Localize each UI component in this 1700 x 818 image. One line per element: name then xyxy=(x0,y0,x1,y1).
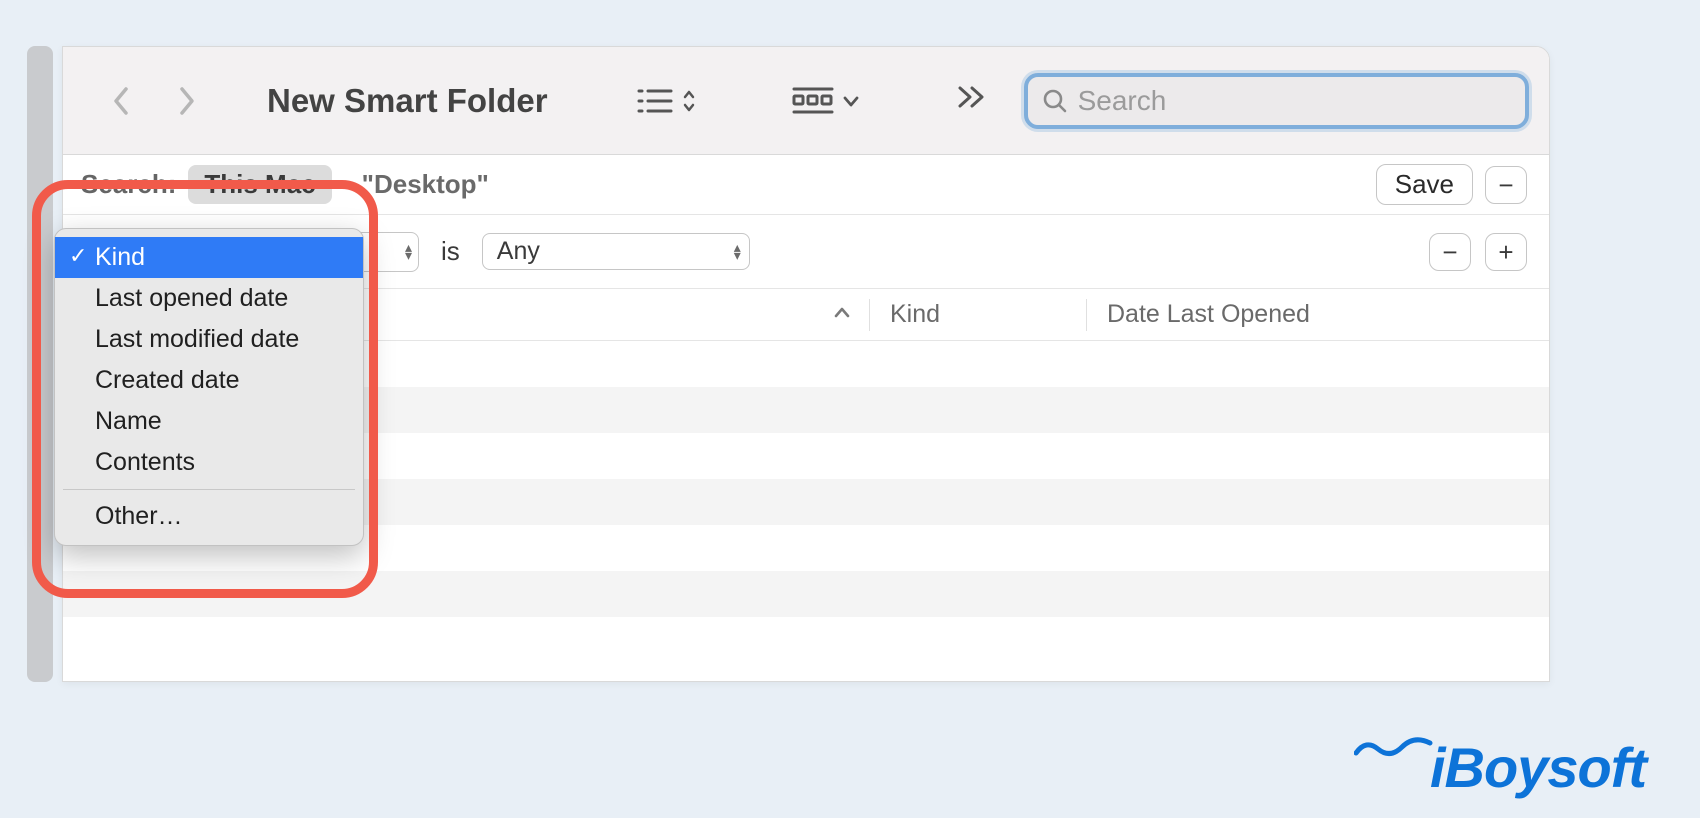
chevron-updown-icon: ▴▾ xyxy=(405,244,412,259)
add-criteria-button[interactable]: + xyxy=(1485,233,1527,271)
dropdown-item-last-opened[interactable]: Last opened date xyxy=(55,278,363,319)
criteria-value-select[interactable]: Any ▴▾ xyxy=(482,233,750,270)
search-scope-bar: Search: This Mac "Desktop" Save − xyxy=(63,155,1549,215)
dropdown-item-name[interactable]: Name xyxy=(55,401,363,442)
list-item xyxy=(63,571,1549,617)
search-input[interactable] xyxy=(1078,85,1511,117)
brand-watermark: iBoysoft xyxy=(1430,735,1646,800)
toolbar-overflow-button[interactable] xyxy=(956,83,990,119)
brand-wave-icon xyxy=(1354,737,1434,757)
toolbar: New Smart Folder xyxy=(63,47,1549,155)
remove-criteria-button[interactable]: − xyxy=(1429,233,1471,271)
dropdown-item-kind[interactable]: Kind xyxy=(55,237,363,278)
brand-text: iBoysoft xyxy=(1430,735,1646,800)
chevron-down-icon xyxy=(842,94,860,108)
dropdown-item-last-modified[interactable]: Last modified date xyxy=(55,319,363,360)
criteria-value-label: Any xyxy=(497,237,540,266)
scope-this-mac[interactable]: This Mac xyxy=(188,165,331,204)
sidebar-scrollbar[interactable] xyxy=(27,46,53,682)
view-group-button[interactable] xyxy=(792,85,860,117)
save-button[interactable]: Save xyxy=(1376,164,1473,205)
dropdown-item-created[interactable]: Created date xyxy=(55,360,363,401)
view-list-button[interactable] xyxy=(636,86,696,116)
search-icon xyxy=(1042,88,1068,114)
dropdown-item-other[interactable]: Other… xyxy=(55,496,363,537)
scope-location[interactable]: "Desktop" xyxy=(362,169,489,200)
chevron-updown-icon: ▴▾ xyxy=(734,244,741,259)
scope-label: Search: xyxy=(81,169,176,200)
search-field[interactable] xyxy=(1024,73,1529,129)
criteria-attribute-dropdown[interactable]: Kind Last opened date Last modified date… xyxy=(54,228,364,546)
dropdown-item-contents[interactable]: Contents xyxy=(55,442,363,483)
sort-ascending-icon xyxy=(833,303,851,326)
back-button[interactable] xyxy=(111,85,131,117)
remove-rule-button[interactable]: − xyxy=(1485,166,1527,204)
window-title: New Smart Folder xyxy=(267,82,548,120)
chevron-updown-icon xyxy=(682,88,696,114)
list-item xyxy=(63,617,1549,663)
dropdown-separator xyxy=(63,489,355,490)
column-date-last-opened[interactable]: Date Last Opened xyxy=(1087,300,1549,329)
criteria-operator: is xyxy=(441,236,460,267)
column-kind[interactable]: Kind xyxy=(870,300,1086,329)
forward-button[interactable] xyxy=(177,85,197,117)
